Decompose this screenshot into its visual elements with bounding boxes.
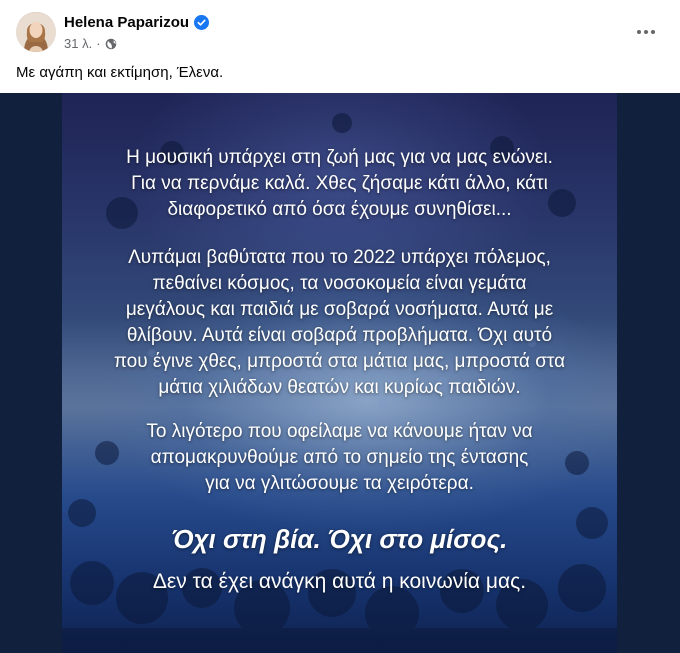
post-meta: 31 λ. · [64,36,117,51]
verified-badge-icon [194,15,210,30]
meta-separator: · [96,36,101,51]
image-closing-line: Δεν τα έχει ανάγκη αυτά η κοινωνία μας. [152,570,527,593]
text-line: θλίβουν. Αυτά είναι σοβαρά προβλήματα. Ό… [126,325,553,346]
post-timestamp[interactable]: 31 λ. [64,36,92,51]
more-options-icon[interactable] [628,14,664,50]
author-avatar[interactable] [16,12,56,52]
author-row: Helena Paparizou [64,14,210,31]
text-line: διαφορετικό από όσα έχουμε συνηθίσει... [167,199,512,220]
text-line: μεγάλους και παιδιά με σοβαρά νοσήματα. … [125,299,554,320]
post-image[interactable]: Η μουσική υπάρχει στη ζωή μας για να μας… [0,93,680,653]
image-slogan: Όχι στη βία. Όχι στο μίσος. [171,524,508,554]
globe-icon [105,38,117,50]
text-line: πεθαίνει κόσμος, τα νοσοκομεία είναι γεμ… [152,273,527,294]
facebook-post: Helena Paparizou 31 λ. · Με αγάπη και εκ… [0,0,680,653]
post-caption: Με αγάπη και εκτίμηση, Έλενα. [16,64,224,81]
text-line: Λυπάμαι βαθύτατα που το 2022 υπάρχει πόλ… [128,247,551,268]
image-paragraph-2: Λυπάμαι βαθύτατα που το 2022 υπάρχει πόλ… [62,245,617,401]
text-line: για να γλιτώσουμε τα χειρότερα. [205,473,474,494]
text-line: Το λιγότερο που οφείλαμε να κάνουμε ήταν… [146,421,533,442]
image-letterbox-left [0,93,62,653]
image-paragraph-1: Η μουσική υπάρχει στη ζωή μας για να μας… [62,145,617,223]
text-line: μάτια χιλιάδων θεατών και κυρίως παιδιών… [158,377,521,398]
text-line: Για να περνάμε καλά. Χθες ζήσαμε κάτι άλ… [131,173,548,194]
post-header: Helena Paparizou 31 λ. · [0,0,680,60]
author-name[interactable]: Helena Paparizou [64,14,189,31]
image-letterbox-right [617,93,680,653]
image-paragraph-3: Το λιγότερο που οφείλαμε να κάνουμε ήταν… [62,419,617,497]
concert-background-photo: Η μουσική υπάρχει στη ζωή μας για να μας… [62,93,617,653]
text-line: απομακρυνθούμε από το σημείο της έντασης [150,447,529,468]
text-line: Η μουσική υπάρχει στη ζωή μας για να μας… [126,147,553,168]
text-line: που έγινε χθες, μπροστά στα μάτια μας, μ… [113,351,566,372]
